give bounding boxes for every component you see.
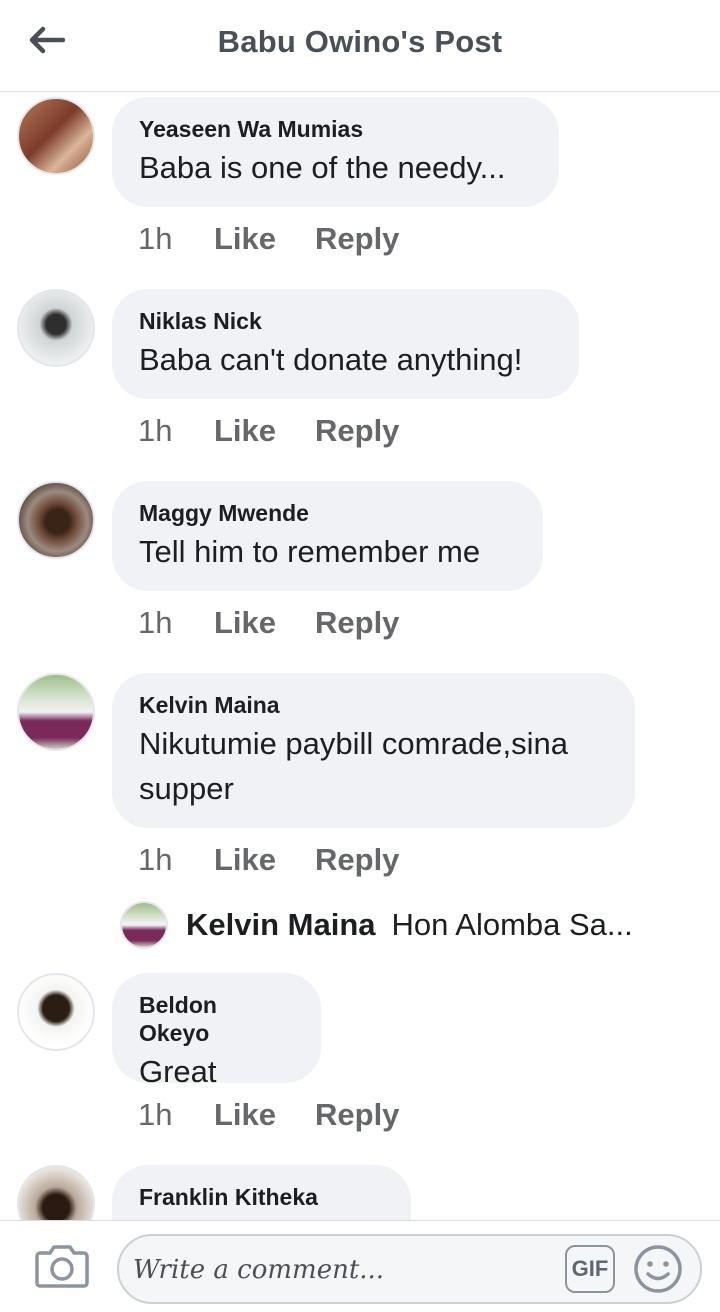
comment-bubble: Yeaseen Wa Mumias Baba is one of the nee… [112,97,559,207]
avatar[interactable] [17,973,95,1051]
reply-text: Hon Alomba Sa... [391,907,633,942]
comment-time: 1h [138,221,173,256]
comment-bubble: Franklin Kitheka [112,1165,411,1220]
comment-author[interactable]: Kelvin Maina [139,691,607,719]
comment-input-box[interactable]: GIF [117,1234,702,1304]
reply-button[interactable]: Reply [315,1097,399,1133]
comment-time: 1h [138,1097,173,1132]
like-button[interactable]: Like [214,842,315,878]
comment-bubble: Beldon Okeyo Great [112,973,321,1089]
camera-button[interactable] [34,1241,90,1291]
comment-actions: 1h Like Reply [138,413,399,449]
avatar[interactable] [17,289,95,367]
page-title: Babu Owino's Post [217,24,503,59]
emoji-smile-icon [634,1245,682,1293]
comment-text: Baba is one of the needy... [139,150,506,185]
comment-author[interactable]: Franklin Kitheka [139,1183,383,1211]
emoji-button[interactable] [632,1243,684,1295]
like-button[interactable]: Like [214,221,315,257]
comment-actions: 1h Like Reply [138,842,399,878]
comment-list[interactable]: Yeaseen Wa Mumias Baba is one of the nee… [0,93,720,1220]
comment-author[interactable]: Niklas Nick [139,307,551,335]
comment-composer: GIF [0,1220,720,1312]
comment-time: 1h [138,842,173,877]
reply-button[interactable]: Reply [315,221,399,257]
comment-text: Nikutumie paybill comrade,sina supper [139,726,569,806]
comment-input[interactable] [133,1246,563,1294]
reply-button[interactable]: Reply [315,842,399,878]
reply-preview[interactable]: Kelvin Maina Hon Alomba Sa... [120,901,680,949]
comment-bubble: Kelvin Maina Nikutumie paybill comrade,s… [112,673,635,828]
comment-author[interactable]: Beldon Okeyo [139,991,293,1047]
comment-author[interactable]: Maggy Mwende [139,499,515,527]
top-bar: Babu Owino's Post [0,0,720,92]
like-button[interactable]: Like [214,1097,315,1133]
comment-actions: 1h Like Reply [138,605,399,641]
comment-time: 1h [138,605,173,640]
comment-actions: 1h Like Reply [138,1097,399,1133]
avatar[interactable] [17,97,95,175]
comment-actions: 1h Like Reply [138,221,399,257]
comment-time: 1h [138,413,173,448]
avatar[interactable] [17,673,95,751]
reply-button[interactable]: Reply [315,605,399,641]
like-button[interactable]: Like [214,413,315,449]
camera-icon [35,1245,89,1288]
comment-author[interactable]: Yeaseen Wa Mumias [139,115,531,143]
gif-button[interactable]: GIF [565,1245,615,1293]
avatar [120,901,168,949]
comment-bubble: Niklas Nick Baba can't donate anything! [112,289,579,399]
reply-button[interactable]: Reply [315,413,399,449]
comment-bubble: Maggy Mwende Tell him to remember me [112,481,543,591]
avatar[interactable] [17,481,95,559]
avatar[interactable] [17,1165,95,1220]
reply-author: Kelvin Maina [186,907,376,942]
comment-text: Baba can't donate anything! [139,342,523,377]
comment-text: Tell him to remember me [139,534,481,569]
like-button[interactable]: Like [214,605,315,641]
comment-text: Great [139,1054,217,1089]
